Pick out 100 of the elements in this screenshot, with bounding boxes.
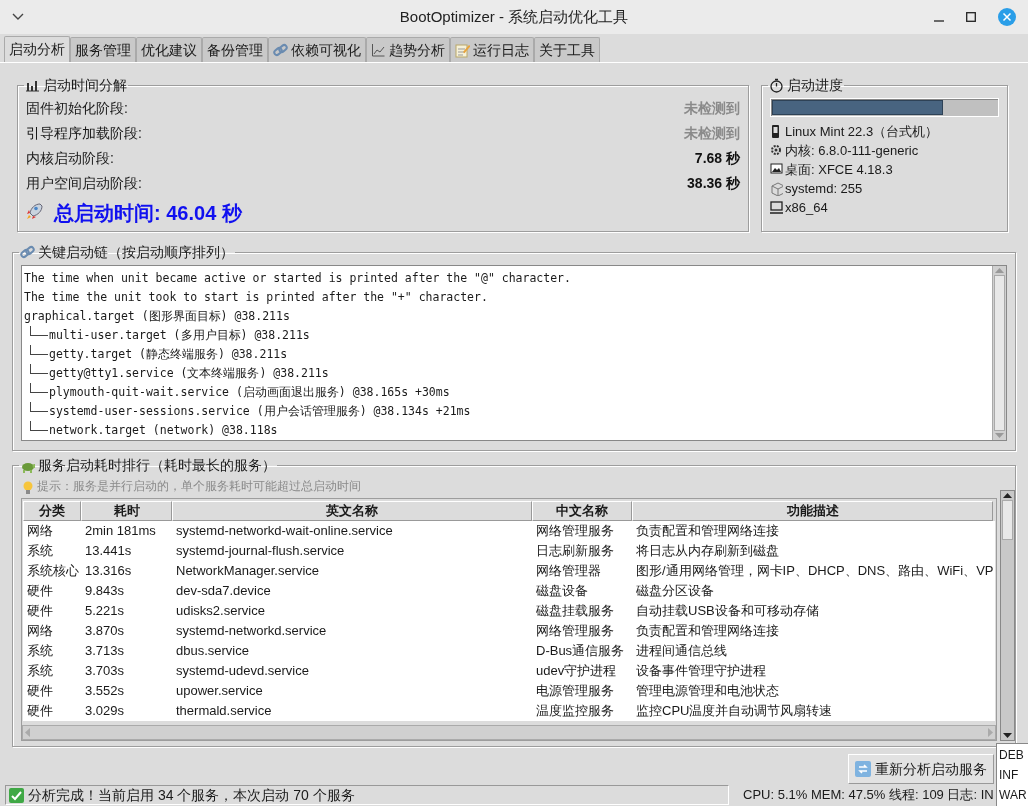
system-info: 内核: 6.8.0-111-generic [785,141,919,160]
table-cell-text: 网络管理器 [535,562,602,581]
tab[interactable]: 运行日志 [450,37,534,62]
column-header[interactable]: 中文名称 [532,501,632,521]
table-cell-text: systemd-udevd.service [175,662,310,681]
table-cell-text: 负责配置和管理网络连接 [635,622,780,641]
stage-label: 内核启动阶段: [26,149,114,168]
stage-label: 引导程序加载阶段: [26,124,142,143]
total-boot-time: 总启动时间: 46.04 秒 [54,201,242,226]
chain-line: getty.target (静态终端服务) @38.211s [49,346,288,363]
column-header[interactable]: 分类 [23,501,81,521]
log-level-option[interactable]: INF [999,765,1028,785]
tab[interactable]: 关于工具 [534,37,600,62]
chain-line: The time when unit became active or started is printed after the "@" character. [24,270,572,287]
table-cell-text: 系统 [26,642,54,661]
tree-connector [30,402,48,412]
table-cell-text: 磁盘挂载服务 [535,602,615,621]
column-header[interactable]: 耗时 [81,501,172,521]
tab[interactable]: 优化建议 [136,37,202,62]
table-cell-text: 3.552s [84,682,126,701]
memo-icon [455,42,470,58]
package-icon [770,181,783,196]
reanalyze-button[interactable]: 重新分析启动服务 [848,754,994,784]
tab[interactable]: 启动分析 [4,36,70,62]
scroll-right-icon [987,727,995,738]
table-cell-text: 硬件 [26,682,54,701]
table-cell-text: 3.029s [84,702,126,721]
table-cell-text: thermald.service [175,702,273,721]
stage-label: 固件初始化阶段: [26,99,128,118]
vertical-scrollbar[interactable] [1000,490,1015,741]
table-cell-text: 图形/通用网络管理，网卡IP、DHCP、DNS、路由、WiFi、VP [635,562,993,581]
chevron-down-icon[interactable] [12,13,24,21]
table-cell-text: 磁盘设备 [535,582,589,601]
tree-connector [30,326,48,336]
table-cell-text: 管理电源管理和电池状态 [635,682,780,701]
status-stats: CPU: 5.1% MEM: 47.5% 线程: 109 日志: IN [743,786,994,805]
scroll-left-icon [23,727,31,738]
tree-connector [30,383,48,393]
chain-line: network.target (network) @38.118s [49,422,278,439]
table-cell-text: 负责配置和管理网络连接 [635,522,780,541]
table-cell-text: D-Bus通信服务 [535,642,626,661]
scrollbar-thumb[interactable] [1002,500,1013,540]
table-cell-text: 设备事件管理守护进程 [635,662,767,681]
table-cell-text: 温度监控服务 [535,702,615,721]
group-title: 关键启动链（按启动顺序排列） [38,243,234,262]
table-cell-text: 进程间通信总线 [635,642,728,661]
gear-icon [770,143,783,158]
link-icon [273,42,288,58]
tab[interactable]: 趋势分析 [366,37,450,62]
tab[interactable]: 备份管理 [202,37,268,62]
tree-connector [30,345,48,355]
chain-line: systemd-user-sessions.service (用户会话管理服务) @38.134s +21ms [49,403,471,420]
system-info: x86_64 [785,198,828,217]
table-cell-text: systemd-journal-flush.service [175,542,346,561]
hint-text: 提示：服务是并行启动的，单个服务耗时可能超过总启动时间 [37,479,361,495]
system-info: systemd: 255 [785,179,863,198]
stage-value: 未检测到 [684,99,740,118]
chain-line: getty@tty1.service (文本终端服务) @38.211s [49,365,329,382]
table-cell-text: 网络 [26,522,54,541]
column-header[interactable]: 英文名称 [172,501,532,521]
tree-connector [30,421,48,431]
group-title: 启动进度 [787,76,843,95]
scroll-down-icon [1001,731,1014,740]
table-cell-text: 硬件 [26,602,54,621]
table-cell-text: 网络管理服务 [535,522,615,541]
table-cell-text: 将日志从内存刷新到磁盘 [635,542,780,561]
close-icon[interactable] [998,8,1016,26]
table-cell-text: 3.713s [84,642,126,661]
table-cell-text: 硬件 [26,702,54,721]
log-level-option[interactable]: WAR [999,785,1028,805]
table-cell-text: 系统核心 [26,562,80,581]
table-cell-text: 网络管理服务 [535,622,615,641]
table-cell-text: 自动挂载USB设备和可移动存储 [635,602,820,621]
table-cell-text: 3.870s [84,622,126,641]
log-level-option[interactable]: DEB [999,745,1028,765]
status-message: 分析完成！当前启用 34 个服务，本次启动 70 个服务 [28,785,355,805]
table-cell-text: udisks2.service [175,602,266,621]
system-info: Linux Mint 22.3（台式机） [785,122,939,141]
table-cell-text: dbus.service [175,642,250,661]
table-cell-text: NetworkManager.service [175,562,321,581]
bar-chart-icon [25,78,40,93]
group-title: 启动时间分解 [43,76,127,95]
chain-line: graphical.target (图形界面目标) @38.211s [24,308,291,325]
check-icon [9,787,24,803]
maximize-icon[interactable] [966,12,976,22]
table-cell-text: systemd-networkd.service [175,622,328,641]
scrollbar-thumb[interactable] [994,275,1005,431]
column-header[interactable]: 功能描述 [632,501,993,521]
horizontal-scrollbar[interactable] [22,725,996,740]
chain-line: The time the unit took to start is printed after the "+" character. [24,289,489,306]
table-cell-text: systemd-networkd-wait-online.service [175,522,394,541]
chain-line: plymouth-quit-wait.service (启动画面退出服务) @38.165s +30ms [49,384,450,401]
tab[interactable]: 服务管理 [70,37,136,62]
table-cell-text: 5.221s [84,602,126,621]
table-cell-text: 3.703s [84,662,126,681]
system-info: 桌面: XFCE 4.18.3 [785,160,893,179]
table-cell-text: 9.843s [84,582,126,601]
vertical-scrollbar[interactable] [992,266,1006,440]
table-cell-text: 日志刷新服务 [535,542,615,561]
tab[interactable]: 依赖可视化 [268,37,366,62]
